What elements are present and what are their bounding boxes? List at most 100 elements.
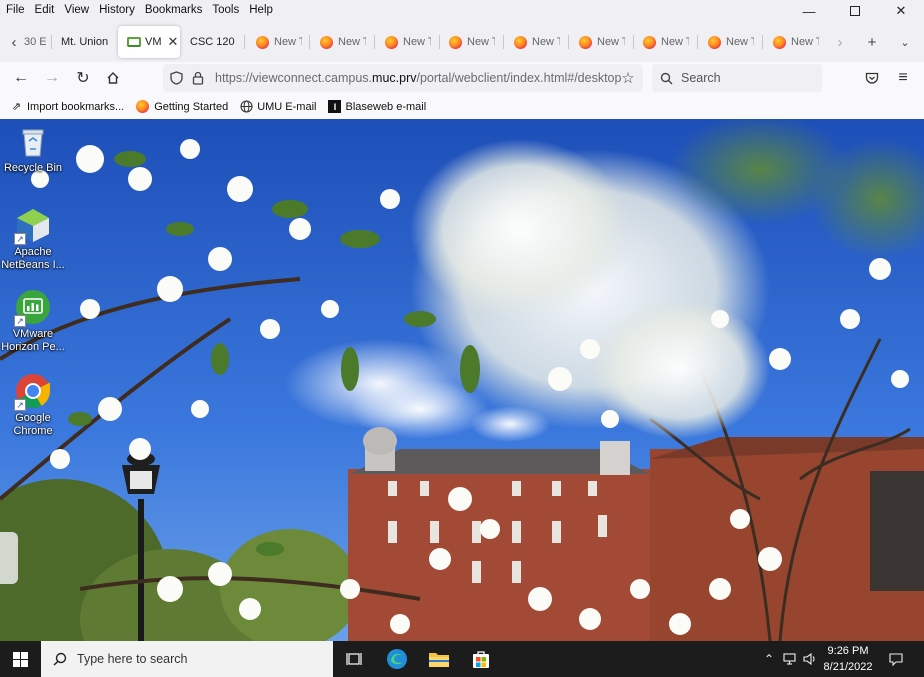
search-bar[interactable]: Search xyxy=(652,64,822,92)
taskbar-file-explorer[interactable] xyxy=(418,641,460,677)
wallpaper-photo xyxy=(0,119,924,641)
firefox-icon xyxy=(449,35,462,49)
tab-item[interactable]: CSC 120 H xyxy=(190,26,238,58)
back-button[interactable]: ← xyxy=(7,64,35,92)
vmware-horizon-icon: ↗ xyxy=(14,289,51,327)
star-icon[interactable]: ☆ xyxy=(617,64,639,92)
tab-label: 30 E xyxy=(24,36,46,48)
window-controls: — ✕ xyxy=(786,0,924,22)
tab-item[interactable]: New T xyxy=(708,26,754,58)
url-bar[interactable]: https://viewconnect.campus.muc.prv/porta… xyxy=(163,64,643,92)
menu-view[interactable]: View xyxy=(59,2,94,18)
network-icon xyxy=(782,653,796,665)
home-icon xyxy=(107,72,119,84)
maximize-button[interactable] xyxy=(832,0,878,22)
menu-file[interactable]: File xyxy=(0,2,30,18)
clock-time: 9:26 PM xyxy=(827,645,869,657)
firefox-icon xyxy=(708,35,721,49)
close-tab-icon[interactable]: ✕ xyxy=(168,34,179,50)
network-button[interactable] xyxy=(780,641,800,677)
blaseweb-icon: I xyxy=(328,100,342,113)
taskbar-search-placeholder: Type here to search xyxy=(77,652,188,666)
tab-item[interactable]: New T xyxy=(579,26,625,58)
desktop-icon-vmware-horizon[interactable]: ↗ VMware Horizon Pe... xyxy=(0,289,66,354)
bookmark-label: Import bookmarks... xyxy=(27,100,125,113)
new-tab-button[interactable]: + xyxy=(858,26,886,58)
bookmark-getting-started[interactable]: Getting Started xyxy=(136,100,228,113)
menu-edit[interactable]: Edit xyxy=(30,2,60,18)
tab-item[interactable]: New T xyxy=(514,26,560,58)
close-button[interactable]: ✕ xyxy=(878,0,924,22)
firefox-icon xyxy=(514,35,527,49)
firefox-icon xyxy=(320,35,333,49)
notifications-button[interactable] xyxy=(884,641,908,677)
list-all-tabs-button[interactable]: ⌄ xyxy=(891,26,919,58)
home-button[interactable] xyxy=(99,64,127,92)
lock-icon[interactable] xyxy=(187,64,209,92)
tab-strip: ‹ 30 E Mt. Union VM ✕ CSC 120 H New T Ne… xyxy=(0,22,924,62)
desktop-icon-label: Apache NetBeans I... xyxy=(1,246,65,271)
arrow-right-icon: → xyxy=(44,69,60,86)
tab-item[interactable]: New T xyxy=(773,26,819,58)
volume-button[interactable] xyxy=(800,641,820,677)
taskbar-store[interactable] xyxy=(460,641,502,677)
tab-item[interactable]: Mt. Union xyxy=(61,26,111,58)
menu-tools[interactable]: Tools xyxy=(207,2,244,18)
minimize-button[interactable]: — xyxy=(786,0,832,22)
task-view-button[interactable] xyxy=(333,641,375,677)
shield-icon[interactable] xyxy=(165,64,187,92)
tab-item[interactable]: New T xyxy=(449,26,495,58)
firefox-icon xyxy=(256,35,269,49)
bookmark-import[interactable]: ⇗ Import bookmarks... xyxy=(10,100,125,114)
menu-history[interactable]: History xyxy=(94,2,140,18)
pocket-button[interactable] xyxy=(858,64,886,92)
bookmark-umu-email[interactable]: UMU E-mail xyxy=(240,100,316,113)
url-suffix: /portal/webclient/index.html#/desktop xyxy=(416,71,622,85)
pocket-icon xyxy=(865,72,879,84)
chevron-right-icon: › xyxy=(837,33,843,51)
tab-label: New T xyxy=(532,36,560,48)
menu-bookmarks[interactable]: Bookmarks xyxy=(140,2,208,18)
sidebar-handle[interactable] xyxy=(0,532,18,584)
tab-label: New T xyxy=(726,36,754,48)
taskbar-edge[interactable] xyxy=(376,641,418,677)
screen: File Edit View History Bookmarks Tools H… xyxy=(0,0,924,677)
reload-button[interactable]: ↻ xyxy=(69,64,97,92)
taskbar-clock[interactable]: 9:26 PM 8/21/2022 xyxy=(820,643,876,675)
windows-icon xyxy=(13,651,28,667)
search-placeholder: Search xyxy=(681,71,721,85)
show-hidden-icons-button[interactable]: ⌃ xyxy=(760,641,778,677)
tab-active[interactable]: VM ✕ xyxy=(118,26,180,58)
store-icon xyxy=(473,651,489,668)
tab-item[interactable]: New T xyxy=(643,26,689,58)
scroll-tabs-right-button[interactable]: › xyxy=(826,26,854,58)
bookmark-blaseweb[interactable]: I Blaseweb e-mail xyxy=(328,100,426,113)
tab-item[interactable]: 30 E xyxy=(24,26,46,58)
desktop-icon-label: Recycle Bin xyxy=(3,162,63,174)
desktop-icon-chrome[interactable]: ↗ Google Chrome xyxy=(0,373,66,438)
tab-item[interactable]: New T xyxy=(385,26,431,58)
desktop-icon-recycle-bin[interactable]: Recycle Bin xyxy=(0,123,66,175)
chrome-icon: ↗ xyxy=(14,373,51,411)
taskbar-search[interactable]: Type here to search xyxy=(41,641,333,677)
menu-help[interactable]: Help xyxy=(244,2,278,18)
tab-item[interactable]: New T xyxy=(320,26,366,58)
tab-item[interactable]: New T xyxy=(256,26,302,58)
clock-date: 8/21/2022 xyxy=(823,661,873,673)
url-text[interactable]: https://viewconnect.campus.muc.prv/porta… xyxy=(215,71,621,85)
netbeans-icon: ↗ xyxy=(14,207,51,245)
forward-button[interactable]: → xyxy=(38,64,66,92)
start-button[interactable] xyxy=(0,641,41,677)
navigation-bar: ← → ↻ https://viewconnect.campus.muc.prv… xyxy=(0,62,924,94)
app-menu-button[interactable]: ≡ xyxy=(889,64,917,92)
tab-label: New T xyxy=(597,36,625,48)
bookmarks-toolbar: ⇗ Import bookmarks... Getting Started UM… xyxy=(0,94,924,119)
close-icon: ✕ xyxy=(895,3,907,18)
bookmark-label: UMU E-mail xyxy=(257,100,317,113)
firefox-icon xyxy=(643,35,656,49)
tab-label: New T xyxy=(274,36,302,48)
remote-desktop[interactable]: Recycle Bin ↗ Apache NetBeans I... ↗ VMw… xyxy=(0,119,924,641)
desktop-icon-netbeans[interactable]: ↗ Apache NetBeans I... xyxy=(0,207,66,272)
tab-label: CSC 120 H xyxy=(190,36,238,48)
bookmark-label: Getting Started xyxy=(154,100,229,113)
